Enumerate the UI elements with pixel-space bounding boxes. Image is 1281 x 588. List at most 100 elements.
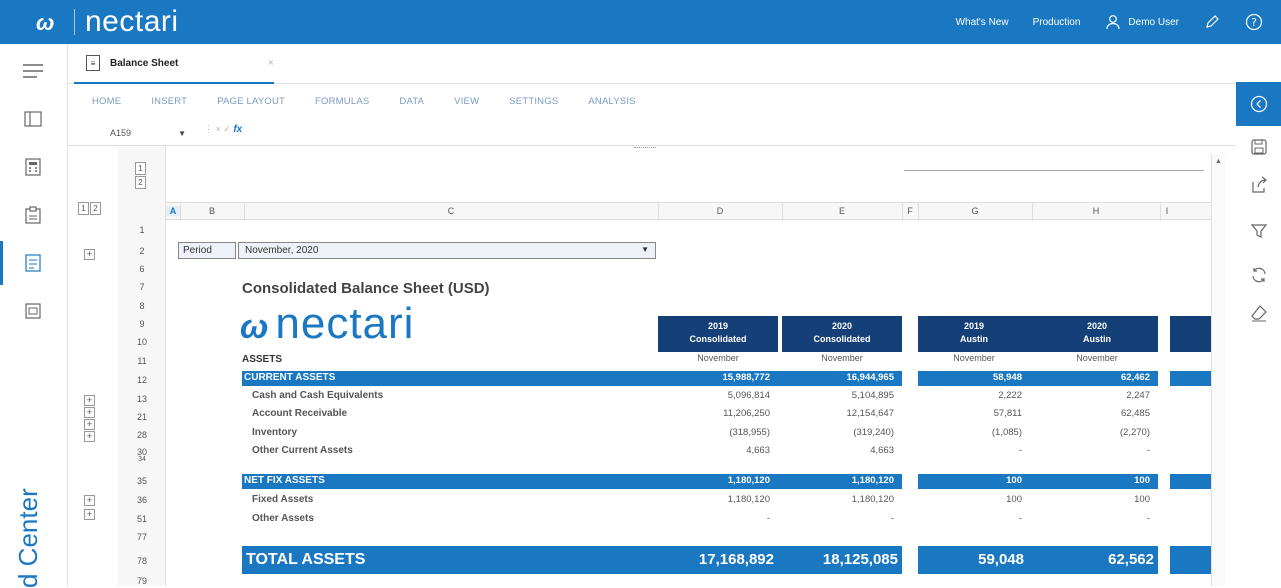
line-item-value[interactable]: - (918, 513, 1022, 524)
outline-level-2-button[interactable]: 2 (90, 202, 101, 215)
ribbon-formulas[interactable]: FORMULAS (315, 96, 369, 107)
row-number[interactable]: 6 (118, 264, 166, 274)
row-number[interactable]: 77 (118, 532, 166, 542)
expand-group-button[interactable]: + (84, 249, 95, 260)
folder-icon[interactable] (20, 298, 46, 324)
line-item-value[interactable]: 100 (918, 494, 1022, 505)
line-item-value[interactable]: 5,096,814 (658, 390, 770, 401)
whats-new-link[interactable]: What's New (956, 17, 1009, 28)
row-number[interactable]: 12 (118, 375, 166, 385)
scroll-up-icon[interactable]: ▲ (1215, 158, 1223, 166)
ribbon-view[interactable]: VIEW (454, 96, 479, 107)
line-item-value[interactable]: - (918, 445, 1022, 456)
row-number[interactable]: 51 (118, 514, 166, 524)
row-number[interactable]: 2 (118, 246, 166, 256)
column-header-a[interactable]: A (166, 206, 180, 216)
column-header-d[interactable]: D (658, 206, 782, 216)
vertical-scrollbar[interactable]: ▲ (1211, 154, 1225, 586)
line-item-value[interactable]: 100 (1038, 494, 1150, 505)
line-item-label[interactable]: Other Current Assets (252, 445, 353, 456)
row-number[interactable]: 1 (118, 225, 166, 235)
expand-group-button[interactable]: + (84, 407, 95, 418)
row-number[interactable]: 8 (118, 301, 166, 311)
line-item-value[interactable]: (1,085) (918, 427, 1022, 438)
line-item-value[interactable]: - (1038, 513, 1150, 524)
line-item-label[interactable]: Cash and Cash Equivalents (252, 390, 383, 401)
row-number[interactable]: 21 (118, 412, 166, 422)
eraser-icon[interactable] (1248, 302, 1270, 324)
line-item-label[interactable]: Account Receivable (252, 408, 347, 419)
line-item-value[interactable]: 2,247 (1038, 390, 1150, 401)
line-item-value[interactable]: 4,663 (782, 445, 894, 456)
filter-icon[interactable] (1248, 220, 1270, 242)
environment-link[interactable]: Production (1033, 17, 1081, 28)
expand-group-button[interactable]: + (84, 431, 95, 442)
expand-group-button[interactable]: + (84, 509, 95, 520)
user-icon[interactable] (1104, 13, 1122, 31)
menu-icon[interactable] (20, 58, 46, 84)
ribbon-home[interactable]: HOME (92, 96, 121, 107)
line-item-value[interactable]: 57,811 (918, 408, 1022, 419)
outline-level-1-button[interactable]: 1 (78, 202, 89, 215)
line-item-value[interactable]: - (1038, 445, 1150, 456)
row-number[interactable]: 35 (118, 476, 166, 486)
panel-icon[interactable] (20, 106, 46, 132)
collapse-icon[interactable] (1236, 82, 1281, 126)
ribbon-settings[interactable]: SETTINGS (509, 96, 558, 107)
expand-group-button[interactable]: + (84, 395, 95, 406)
line-item-label[interactable]: Inventory (252, 427, 297, 438)
line-item-value[interactable]: - (658, 513, 770, 524)
line-item-value[interactable]: 4,663 (658, 445, 770, 456)
clipboard-icon[interactable] (20, 202, 46, 228)
row-number[interactable]: 34 (118, 456, 166, 463)
column-header-f[interactable]: F (902, 206, 918, 216)
tab-balance-sheet[interactable]: ≡ Balance Sheet × (74, 44, 274, 84)
save-icon[interactable] (1248, 136, 1270, 158)
row-number[interactable]: 7 (118, 282, 166, 292)
close-icon[interactable]: × (268, 57, 274, 69)
column-header-i[interactable]: I (1160, 206, 1174, 216)
name-box[interactable]: A159 ▼ (90, 124, 186, 142)
calculator-icon[interactable] (20, 154, 46, 180)
line-item-value[interactable]: 1,180,120 (658, 494, 770, 505)
expand-group-button[interactable]: + (84, 419, 95, 430)
line-item-value[interactable]: (2,270) (1038, 427, 1150, 438)
row-number[interactable]: 36 (118, 495, 166, 505)
row-number[interactable]: 79 (118, 576, 166, 586)
line-item-value[interactable]: 2,222 (918, 390, 1022, 401)
line-item-value[interactable]: (318,955) (658, 427, 770, 438)
line-item-value[interactable]: (319,240) (782, 427, 894, 438)
row-number[interactable]: 10 (118, 337, 166, 347)
ribbon-page-layout[interactable]: PAGE LAYOUT (217, 96, 285, 107)
column-header-h[interactable]: H (1032, 206, 1160, 216)
column-header-g[interactable]: G (918, 206, 1032, 216)
share-icon[interactable] (1248, 174, 1270, 196)
line-item-value[interactable]: 11,206,250 (658, 408, 770, 419)
user-name[interactable]: Demo User (1128, 17, 1179, 28)
line-item-value[interactable]: 1,180,120 (782, 494, 894, 505)
line-item-label[interactable]: Other Assets (252, 513, 314, 524)
line-item-value[interactable]: 12,154,647 (782, 408, 894, 419)
row-number[interactable]: 28 (118, 430, 166, 440)
column-outline-level-2-button[interactable]: 2 (135, 176, 146, 189)
line-item-value[interactable]: 62,485 (1038, 408, 1150, 419)
pencil-icon[interactable] (1203, 13, 1221, 31)
ribbon-insert[interactable]: INSERT (151, 96, 187, 107)
line-item-value[interactable]: - (782, 513, 894, 524)
period-select[interactable]: November, 2020 ▼ (238, 242, 656, 259)
formula-input[interactable]: ⋮ × ✓ fx (204, 124, 242, 135)
row-number[interactable]: 13 (118, 394, 166, 404)
column-outline-level-1-button[interactable]: 1 (135, 162, 146, 175)
row-number[interactable]: 78 (118, 556, 166, 566)
column-header-b[interactable]: B (180, 206, 244, 216)
row-number[interactable]: 11 (118, 356, 166, 366)
ribbon-data[interactable]: DATA (399, 96, 424, 107)
line-item-value[interactable]: 5,104,895 (782, 390, 894, 401)
expand-group-button[interactable]: + (84, 495, 95, 506)
row-number[interactable]: 9 (118, 319, 166, 329)
column-header-c[interactable]: C (244, 206, 658, 216)
ribbon-analysis[interactable]: ANALYSIS (588, 96, 635, 107)
refresh-icon[interactable] (1248, 264, 1270, 286)
document-icon[interactable] (20, 250, 46, 276)
help-icon[interactable]: ? (1245, 13, 1263, 31)
